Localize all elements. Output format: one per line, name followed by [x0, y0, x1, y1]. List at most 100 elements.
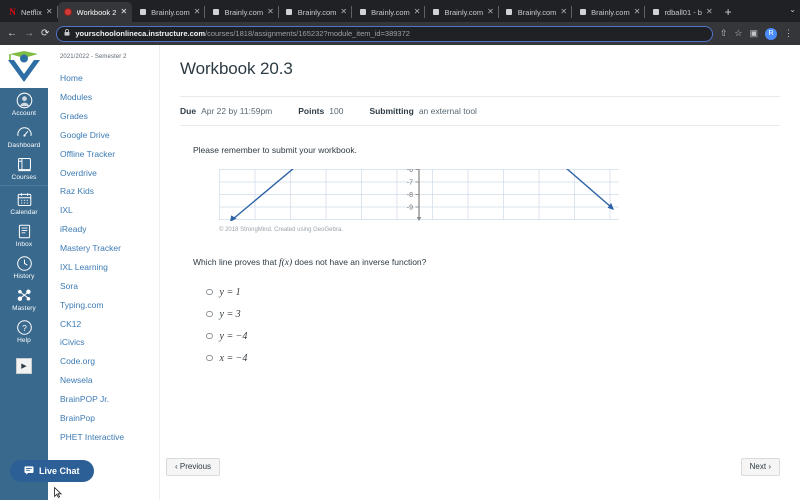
course-nav-newsela[interactable]: Newsela	[60, 371, 159, 390]
answer-choice-1[interactable]: y = 1	[206, 281, 780, 303]
browser-tab[interactable]: Brainly.com ✕	[352, 2, 426, 22]
course-nav-ixl[interactable]: IXL	[60, 201, 159, 220]
page-title: Workbook 20.3	[180, 59, 293, 78]
course-nav-offline-tracker[interactable]: Offline Tracker	[60, 145, 159, 164]
browser-tab[interactable]: Brainly.com ✕	[205, 2, 279, 22]
close-icon[interactable]: ✕	[634, 8, 641, 16]
course-nav-ixl-learning[interactable]: IXL Learning	[60, 258, 159, 277]
meta-value-due: Apr 22 by 11:59pm	[201, 106, 273, 116]
course-nav-modules[interactable]: Modules	[60, 88, 159, 107]
answer-choice-label: y = 3	[219, 308, 241, 320]
answer-choice-4[interactable]: x = −4	[206, 347, 780, 369]
close-icon[interactable]: ✕	[487, 8, 494, 16]
course-nav-ck12[interactable]: CK12	[60, 314, 159, 333]
reload-icon[interactable]: ⟳	[41, 28, 49, 39]
live-chat-button[interactable]: Live Chat	[10, 460, 94, 482]
close-icon[interactable]: ✕	[340, 8, 347, 16]
school-logo[interactable]	[0, 45, 48, 88]
browser-menu-icon[interactable]: ⋮	[784, 29, 793, 38]
close-icon[interactable]: ✕	[46, 8, 53, 16]
new-tab-button[interactable]: +	[718, 2, 739, 22]
browser-tab-strip: N Netflix ✕ Workbook 2 ✕ Brainly.com ✕ B…	[0, 0, 800, 22]
browser-tab[interactable]: N Netflix ✕	[2, 2, 58, 22]
course-nav-google-drive[interactable]: Google Drive	[60, 126, 159, 145]
global-navigation: Account Dashboard Courses Calendar Inbox…	[0, 45, 48, 500]
tab-title: Brainly.com	[444, 7, 484, 17]
course-nav-home[interactable]: Home	[60, 69, 159, 88]
graph-y-tick-labels: -6 -7 -8 -9	[407, 169, 413, 212]
tab-title: Brainly.com	[371, 7, 410, 17]
mouse-cursor	[54, 487, 62, 498]
tab-list-chevron-down-icon[interactable]: ⌄	[789, 5, 796, 14]
course-nav-sora[interactable]: Sora	[60, 277, 159, 296]
share-icon[interactable]: ⇧	[720, 29, 728, 38]
close-icon[interactable]: ✕	[706, 8, 713, 16]
course-nav-code-org[interactable]: Code.org	[60, 352, 159, 371]
assignment-content: Workbook 20.3 Due Apr 22 by 11:59pm Poin…	[160, 45, 800, 500]
bookmark-star-icon[interactable]: ☆	[734, 29, 742, 38]
meta-key-points: Points	[298, 106, 325, 116]
sidebar-item-label: Help	[17, 337, 31, 344]
meta-key-submitting: Submitting	[369, 106, 414, 116]
close-icon[interactable]: ✕	[194, 8, 201, 16]
browser-tab[interactable]: Brainly.com ✕	[132, 2, 206, 22]
radio-button[interactable]	[206, 288, 213, 296]
close-icon[interactable]: ✕	[120, 8, 127, 16]
answer-choice-3[interactable]: y = −4	[206, 325, 780, 347]
chat-bubble-icon	[24, 465, 34, 477]
sidebar-item-inbox[interactable]: Inbox	[0, 219, 48, 251]
course-nav-overdrive[interactable]: Overdrive	[60, 163, 159, 182]
tab-title: rdball01 - b	[664, 7, 702, 17]
brainly-icon	[358, 8, 367, 17]
tab-title: Workbook 2	[76, 7, 117, 17]
forward-icon[interactable]: →	[24, 28, 34, 39]
sidebar-item-dashboard[interactable]: Dashboard	[0, 120, 48, 152]
back-icon[interactable]: ←	[7, 28, 17, 39]
sidebar-item-history[interactable]: History	[0, 251, 48, 283]
intro-text: Please remember to submit your workbook.	[193, 145, 357, 155]
course-nav-brainpop[interactable]: BrainPop	[60, 409, 159, 428]
radio-button[interactable]	[206, 310, 213, 318]
previous-button[interactable]: ‹ Previous	[166, 458, 221, 476]
profile-avatar[interactable]: R	[765, 27, 777, 40]
radio-button[interactable]	[206, 354, 213, 362]
course-nav-phet-interactive[interactable]: PHET Interactive	[60, 428, 159, 447]
meta-key-due: Due	[180, 106, 197, 116]
browser-tab[interactable]: Brainly.com ✕	[572, 2, 646, 22]
answer-choices: y = 1 y = 3 y = −4 x = −4	[206, 281, 780, 369]
course-nav-brainpop-jr[interactable]: BrainPOP Jr.	[60, 390, 159, 409]
sidebar-item-help[interactable]: ? Help	[0, 315, 48, 347]
close-icon[interactable]: ✕	[414, 8, 421, 16]
side-panel-icon[interactable]: ▣	[749, 29, 758, 38]
nav-expand-toggle[interactable]: ▶	[16, 358, 32, 374]
course-nav-typing-com[interactable]: Typing.com	[60, 296, 159, 315]
answer-choice-label: y = 1	[219, 286, 241, 298]
next-button[interactable]: Next ›	[740, 458, 780, 476]
browser-toolbar: ← → ⟳ yourschoolonlineca.instructure.com…	[0, 22, 800, 45]
close-icon[interactable]: ✕	[560, 8, 567, 16]
answer-choice-label: x = −4	[219, 352, 248, 364]
course-nav-raz-kids[interactable]: Raz Kids	[60, 182, 159, 201]
browser-tab[interactable]: Brainly.com ✕	[425, 2, 499, 22]
browser-tab[interactable]: rdball01 - b ✕	[645, 2, 717, 22]
browser-tab[interactable]: Brainly.com ✕	[279, 2, 353, 22]
browser-tab[interactable]: Brainly.com ✕	[499, 2, 573, 22]
browser-tab-active[interactable]: Workbook 2 ✕	[57, 2, 133, 22]
sidebar-item-courses[interactable]: Courses	[0, 152, 48, 184]
sidebar-item-calendar[interactable]: Calendar	[0, 187, 48, 219]
sidebar-item-account[interactable]: Account	[0, 88, 48, 120]
graph-y-axis	[415, 169, 422, 221]
sidebar-item-mastery[interactable]: Mastery	[0, 283, 48, 315]
course-nav-mastery-tracker[interactable]: Mastery Tracker	[60, 239, 159, 258]
course-nav-icivics[interactable]: iCivics	[60, 333, 159, 352]
radio-button[interactable]	[206, 332, 213, 340]
course-nav-grades[interactable]: Grades	[60, 107, 159, 126]
tab-title: Brainly.com	[591, 7, 630, 17]
sidebar-item-label: Calendar	[10, 209, 38, 216]
sidebar-item-label: Mastery	[12, 305, 36, 312]
brainly-icon	[285, 8, 294, 17]
answer-choice-2[interactable]: y = 3	[206, 303, 780, 325]
close-icon[interactable]: ✕	[267, 8, 274, 16]
course-nav-iready[interactable]: iReady	[60, 220, 159, 239]
address-bar[interactable]: yourschoolonlineca.instructure.com/cours…	[56, 25, 713, 42]
